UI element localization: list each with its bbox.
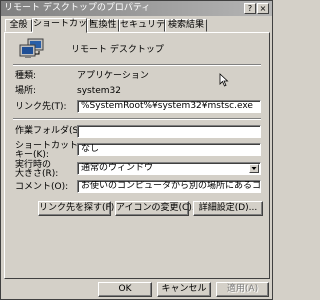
ok-button[interactable]: OK: [98, 282, 152, 297]
target-input[interactable]: %SystemRoot%¥system32¥mstsc.exe: [77, 100, 261, 113]
shortcut-key-input[interactable]: なし: [77, 143, 261, 156]
comment-label: コメント(O):: [15, 182, 69, 192]
shortcut-panel: リモート デスクトップ 種類: アプリケーション 場所: system32 リン…: [4, 32, 270, 279]
target-label: リンク先(T):: [15, 102, 67, 112]
run-size-value: 通常のウィンドウ: [81, 163, 154, 173]
run-size-select[interactable]: 通常のウィンドウ: [77, 162, 261, 175]
shortcut-key-label-line2: キー(K):: [15, 150, 49, 160]
type-value: アプリケーション: [77, 71, 149, 81]
remote-desktop-icon: [19, 38, 44, 58]
title-bar[interactable]: リモート デスクトップのプロパティ ? ×: [1, 1, 272, 16]
workdir-input[interactable]: [77, 125, 261, 138]
close-button[interactable]: ×: [257, 3, 269, 14]
properties-window: リモート デスクトップのプロパティ ? × 全般 ショートカット 互換性 セキュ…: [0, 0, 273, 300]
run-size-label-line2: 大きさ(R):: [15, 169, 59, 179]
type-label: 種類:: [15, 71, 37, 81]
apply-button[interactable]: 適用(A): [216, 282, 269, 297]
cancel-button[interactable]: キャンセル: [157, 282, 211, 297]
separator: [13, 118, 261, 120]
location-value: system32: [77, 86, 121, 96]
separator: [13, 64, 261, 66]
help-button[interactable]: ?: [244, 3, 256, 14]
tab-general[interactable]: 全般: [5, 19, 32, 32]
shortcut-name: リモート デスクトップ: [71, 45, 164, 55]
workdir-label: 作業フォルダ(S):: [15, 126, 85, 136]
find-target-button[interactable]: リンク先を探す(F)...: [38, 201, 123, 216]
dropdown-arrow-icon[interactable]: [249, 164, 259, 173]
tab-shortcut[interactable]: ショートカット: [32, 18, 96, 33]
comment-input[interactable]: お使いのコンピュータから別の場所にあるコンピュータに接続し: [77, 180, 261, 193]
location-label: 場所:: [15, 86, 37, 96]
mouse-cursor-icon: [219, 73, 229, 87]
window-title: リモート デスクトップのプロパティ: [4, 3, 151, 13]
tab-security[interactable]: セキュリティ: [119, 19, 173, 32]
advanced-button[interactable]: 詳細設定(D)...: [193, 201, 263, 216]
change-icon-button[interactable]: アイコンの変更(C)...: [115, 201, 200, 216]
tab-search-results[interactable]: 検索結果: [165, 19, 207, 32]
